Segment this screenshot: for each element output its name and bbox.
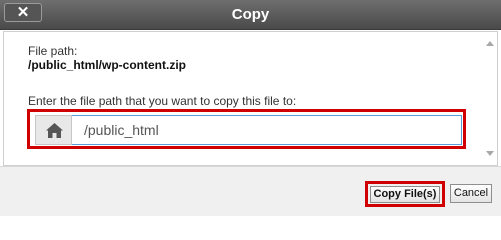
dialog-title: Copy	[231, 6, 270, 23]
copy-files-button[interactable]: Copy File(s)	[370, 186, 440, 203]
dialog-titlebar: ✕ Copy	[0, 0, 501, 30]
scroll-up-arrow-icon[interactable]	[486, 41, 494, 46]
file-path-label: File path:	[28, 44, 78, 58]
home-addon	[35, 115, 72, 145]
destination-path-input[interactable]	[72, 115, 462, 145]
vertical-scrollbar[interactable]	[484, 32, 497, 165]
destination-input-group	[27, 109, 466, 149]
destination-prompt-label: Enter the file path that you want to cop…	[28, 94, 297, 108]
scroll-down-arrow-icon[interactable]	[486, 151, 494, 156]
copy-button-highlight: Copy File(s)	[365, 181, 445, 207]
home-icon	[46, 123, 63, 138]
cancel-button[interactable]: Cancel	[450, 184, 492, 203]
file-path-value: /public_html/wp-content.zip	[28, 58, 186, 72]
